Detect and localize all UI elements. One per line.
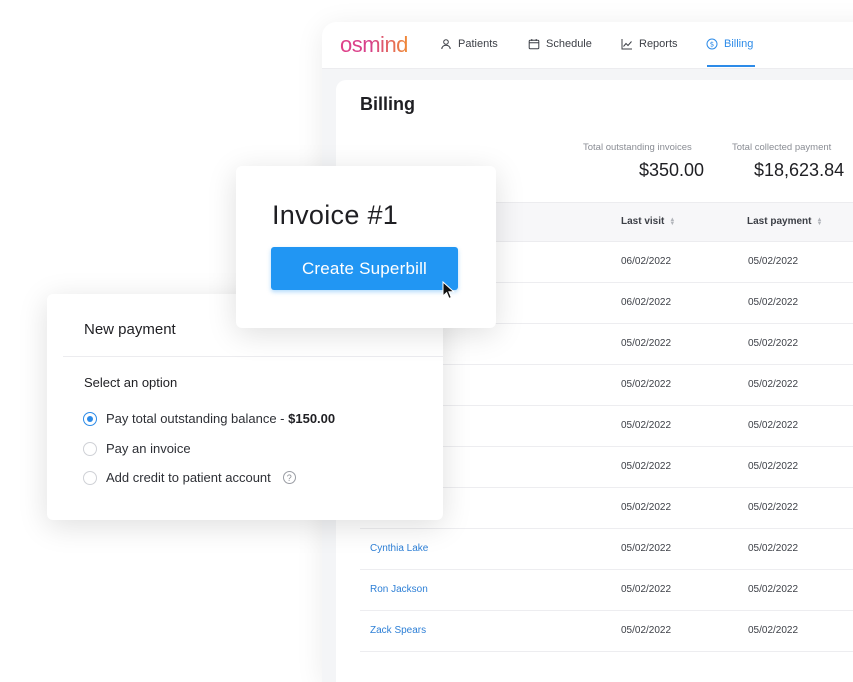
- table-row[interactable]: Ron Jackson 05/02/2022 05/02/2022: [360, 570, 853, 611]
- nav-item-label: Billing: [724, 38, 754, 50]
- column-header-last-visit[interactable]: Last visit ▲ ▼: [621, 216, 675, 227]
- patient-name-link[interactable]: Ron Jackson: [370, 584, 428, 595]
- table-row[interactable]: Zack Spears 05/02/2022 05/02/2022: [360, 611, 853, 652]
- last-visit-cell: 05/02/2022: [621, 584, 672, 595]
- last-payment-cell: 05/02/2022: [748, 461, 799, 472]
- column-header-last-payment[interactable]: Last payment ▲ ▼: [747, 216, 822, 227]
- column-header-label: Last visit: [621, 216, 665, 227]
- person-icon: [441, 39, 451, 50]
- option-add-credit[interactable]: Add credit to patient account ?: [83, 470, 296, 485]
- dollar-circle-icon: $: [706, 38, 718, 50]
- select-option-label: Select an option: [84, 375, 178, 390]
- last-visit-cell: 05/02/2022: [621, 625, 672, 636]
- last-visit-cell: 05/02/2022: [621, 502, 672, 513]
- collected-payment-label: Total collected payment: [732, 142, 832, 153]
- patient-name-link[interactable]: Zack Spears: [370, 625, 426, 636]
- nav-item-label: Reports: [639, 38, 678, 50]
- last-payment-cell: 05/02/2022: [748, 256, 799, 267]
- active-tab-indicator: [707, 65, 755, 67]
- option-label: Add credit to patient account: [106, 470, 271, 485]
- last-payment-cell: 05/02/2022: [748, 625, 799, 636]
- page-title: Billing: [360, 94, 415, 114]
- last-payment-cell: 05/02/2022: [748, 297, 799, 308]
- table-row[interactable]: Cynthia Lake 05/02/2022 05/02/2022: [360, 529, 853, 570]
- svg-text:$: $: [710, 41, 714, 49]
- invoice-card: Invoice #1 Create Superbill: [236, 166, 496, 328]
- last-payment-cell: 05/02/2022: [748, 338, 799, 349]
- option-label: Pay total outstanding balance - $150.00: [106, 411, 335, 426]
- nav-item-reports[interactable]: Reports: [621, 38, 678, 50]
- chart-icon: [621, 39, 632, 50]
- last-visit-cell: 05/02/2022: [621, 420, 672, 431]
- balance-amount: $150.00: [288, 411, 336, 426]
- option-pay-total-balance[interactable]: Pay total outstanding balance - $150.00: [83, 411, 335, 426]
- calendar-icon: [528, 39, 540, 50]
- mouse-pointer-icon: [442, 281, 456, 300]
- last-payment-cell: 05/02/2022: [748, 543, 799, 554]
- top-navigation: osmind Patients Schedule Reports $ Billi…: [322, 22, 853, 69]
- radio-button[interactable]: [83, 470, 97, 485]
- nav-item-schedule[interactable]: Schedule: [528, 38, 592, 50]
- nav-item-label: Schedule: [546, 38, 592, 50]
- option-text: Pay total outstanding balance -: [106, 411, 289, 426]
- nav-item-patients[interactable]: Patients: [440, 38, 498, 50]
- option-label: Pay an invoice: [106, 441, 191, 456]
- radio-button[interactable]: [83, 441, 97, 456]
- last-visit-cell: 05/02/2022: [621, 379, 672, 390]
- osmind-logo[interactable]: osmind: [340, 32, 408, 58]
- option-pay-invoice[interactable]: Pay an invoice: [83, 441, 191, 456]
- sort-icon[interactable]: ▲ ▼: [669, 217, 675, 227]
- last-visit-cell: 05/02/2022: [621, 461, 672, 472]
- radio-button-selected[interactable]: [83, 411, 97, 426]
- question-circle-icon[interactable]: ?: [282, 471, 296, 484]
- nav-item-billing[interactable]: $ Billing: [706, 38, 753, 50]
- create-superbill-button[interactable]: Create Superbill: [271, 247, 458, 290]
- new-payment-title: New payment: [84, 321, 176, 338]
- patient-name-link[interactable]: Cynthia Lake: [370, 543, 428, 554]
- column-header-label: Last payment: [747, 216, 812, 227]
- last-payment-cell: 05/02/2022: [748, 379, 799, 390]
- sort-icon[interactable]: ▲ ▼: [816, 217, 822, 227]
- divider: [63, 356, 443, 357]
- last-payment-cell: 05/02/2022: [748, 420, 799, 431]
- last-payment-cell: 05/02/2022: [748, 502, 799, 513]
- nav-item-label: Patients: [458, 38, 498, 50]
- last-visit-cell: 06/02/2022: [621, 297, 672, 308]
- last-visit-cell: 05/02/2022: [621, 543, 672, 554]
- last-visit-cell: 05/02/2022: [621, 338, 672, 349]
- outstanding-invoices-label: Total outstanding invoices: [583, 142, 692, 153]
- last-payment-cell: 05/02/2022: [748, 584, 799, 595]
- last-visit-cell: 06/02/2022: [621, 256, 672, 267]
- invoice-title: Invoice #1: [272, 200, 399, 230]
- outstanding-invoices-value: $350.00: [639, 160, 705, 180]
- collected-payment-value: $18,623.84: [754, 160, 845, 180]
